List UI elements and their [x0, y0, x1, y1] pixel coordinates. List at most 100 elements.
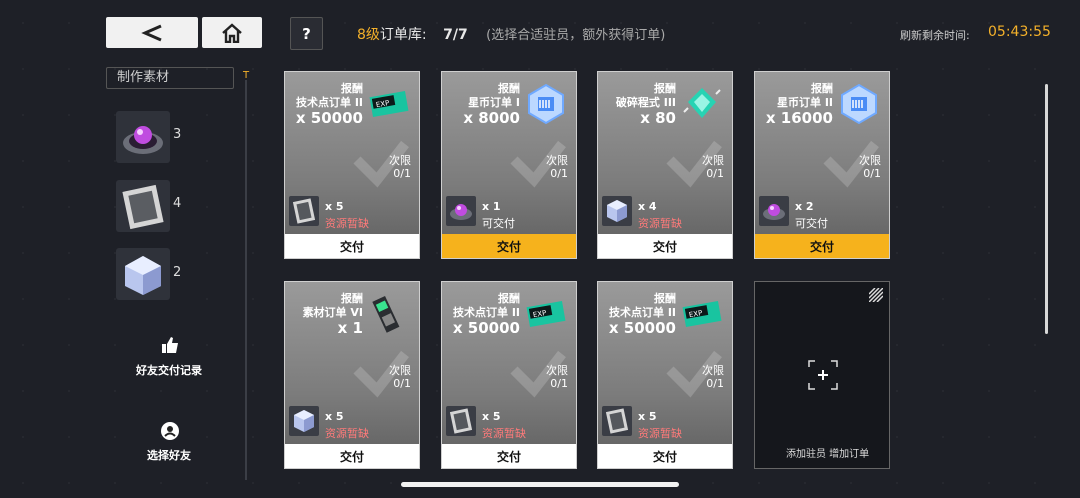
reward-quantity: x 1: [337, 319, 363, 337]
limit-value: 0/1: [550, 377, 568, 390]
header-hint: (选择合适驻员，额外获得订单): [486, 28, 666, 43]
library-label: 订单库:: [379, 27, 427, 43]
resource-status: 资源暂缺: [638, 427, 682, 440]
resource-status: 可交付: [795, 217, 828, 230]
home-button[interactable]: [202, 17, 262, 48]
refresh-time: 05:43:55: [988, 24, 1051, 40]
resource-status: 资源暂缺: [638, 217, 682, 230]
friend-record-link[interactable]: 好友交付记录: [136, 362, 202, 378]
resource-status: 资源暂缺: [325, 427, 369, 440]
friend-select-icon: [160, 421, 180, 445]
limit-label: 次限: [702, 364, 724, 377]
order-name: 星币订单 II: [776, 96, 833, 109]
limit-value: 0/1: [550, 167, 568, 180]
ice-cube-icon: [125, 256, 161, 295]
order-card[interactable]: 报酬 星币订单 Ix 8000 次限 0/1 x 1 可交付 交付: [441, 71, 577, 259]
material-module-icon: [367, 292, 411, 336]
scrollbar[interactable]: [1045, 84, 1048, 334]
deliver-button[interactable]: 交付: [598, 444, 732, 468]
deliver-button[interactable]: 交付: [442, 234, 576, 258]
order-library-header: 8级订单库: 7/7 (选择合适驻员，额外获得订单): [357, 24, 665, 44]
add-order-card[interactable]: 添加驻员 增加订单: [754, 281, 890, 469]
required-quantity: x 4: [638, 200, 657, 213]
required-quantity: x 5: [482, 410, 501, 423]
question-icon: ?: [302, 24, 311, 43]
limit-value: 0/1: [706, 167, 724, 180]
order-card[interactable]: 报酬 技术点订单 II x 50000 EXP 次限 0/1 x 5 资源暂缺 交付: [284, 71, 420, 259]
refresh-label: 刷新剩余时间:: [900, 29, 970, 42]
exp-ticket-icon: EXP: [680, 292, 724, 336]
resource-status: 资源暂缺: [325, 217, 369, 230]
limit-value: 0/1: [706, 377, 724, 390]
limit-label: 次限: [859, 154, 881, 167]
deliver-button[interactable]: 交付: [285, 234, 419, 258]
help-button[interactable]: ?: [290, 17, 323, 50]
limit-label: 次限: [389, 154, 411, 167]
corner-stripes-icon: [869, 288, 883, 302]
required-quantity: x 5: [325, 410, 344, 423]
material-ice-cube[interactable]: [116, 248, 170, 300]
level-label: 8级: [357, 27, 380, 43]
order-name: 技术点订单 II: [608, 306, 676, 319]
required-quantity: x 5: [325, 200, 344, 213]
broken-program-icon: [680, 82, 724, 126]
material-grey-card[interactable]: [116, 180, 170, 232]
material-count: 3: [173, 127, 182, 142]
limit-value: 0/1: [863, 167, 881, 180]
order-card[interactable]: 报酬 技术点订单 II x 50000 EXP 次限 0/1 x 5 资源暂缺 交付: [597, 281, 733, 469]
material-purple-crystal-disk[interactable]: [116, 111, 170, 163]
exp-ticket-icon: EXP: [367, 82, 411, 126]
reward-quantity: x 50000: [295, 109, 363, 127]
deliver-button[interactable]: 交付: [442, 444, 576, 468]
order-card[interactable]: 报酬 素材订单 VI x 1 次限 0/1 x 5 资源暂缺 交付: [284, 281, 420, 469]
deliver-button[interactable]: 交付: [755, 234, 889, 258]
limit-value: 0/1: [393, 377, 411, 390]
grey-material-card-icon: [289, 196, 319, 226]
thumbs-up-icon: [160, 336, 180, 358]
required-quantity: x 5: [638, 410, 657, 423]
limit-label: 次限: [546, 364, 568, 377]
limit-value: 0/1: [393, 167, 411, 180]
reward-quantity: x 50000: [452, 319, 520, 337]
reward-quantity: x 16000: [765, 109, 833, 127]
purple-crystal-disk-icon: [123, 126, 163, 154]
required-quantity: x 1: [482, 200, 501, 213]
limit-label: 次限: [702, 154, 724, 167]
material-count: 2: [173, 265, 182, 280]
order-card[interactable]: 报酬 技术点订单 II x 50000 EXP 次限 0/1 x 5 资源暂缺 交付: [441, 281, 577, 469]
select-friend-button[interactable]: 选择好友: [147, 447, 191, 463]
divider-top-mark: T: [243, 70, 250, 81]
order-name: 星币订单 I: [468, 96, 520, 109]
reward-quantity: x 50000: [608, 319, 676, 337]
materials-section-title: 制作素材: [106, 67, 234, 89]
grey-material-card-icon: [446, 406, 476, 436]
exp-ticket-icon: EXP: [524, 292, 568, 336]
sidebar-divider: [245, 80, 247, 480]
required-quantity: x 2: [795, 200, 814, 213]
limit-label: 次限: [546, 154, 568, 167]
add-plus-icon: [808, 360, 838, 390]
deliver-button[interactable]: 交付: [285, 444, 419, 468]
home-indicator: [401, 482, 679, 487]
star-coin-icon: [524, 82, 568, 126]
order-name: 技术点订单 II: [452, 306, 520, 319]
deliver-button[interactable]: 交付: [598, 234, 732, 258]
ice-cube-icon: [602, 196, 632, 226]
limit-label: 次限: [389, 364, 411, 377]
order-count: 7/7: [443, 27, 468, 43]
order-name: 技术点订单 II: [295, 96, 363, 109]
back-button[interactable]: [106, 17, 198, 48]
purple-crystal-disk-icon: [446, 196, 476, 226]
reward-quantity: x 8000: [463, 109, 520, 127]
resource-status: 资源暂缺: [482, 427, 526, 440]
order-name: 破碎程式 III: [615, 96, 676, 109]
purple-crystal-disk-icon: [759, 196, 789, 226]
resource-status: 可交付: [482, 217, 515, 230]
reward-quantity: x 80: [640, 109, 676, 127]
material-count: 4: [173, 196, 182, 211]
order-card[interactable]: 报酬 破碎程式 III x 80 次限 0/1 x 4 资源暂缺 交付: [597, 71, 733, 259]
home-icon: [222, 22, 242, 43]
back-arrow-icon: [141, 24, 162, 41]
grey-material-card-icon: [122, 184, 164, 230]
order-card[interactable]: 报酬 星币订单 II x 16000 次限 0/1 x 2 可交付 交付: [754, 71, 890, 259]
